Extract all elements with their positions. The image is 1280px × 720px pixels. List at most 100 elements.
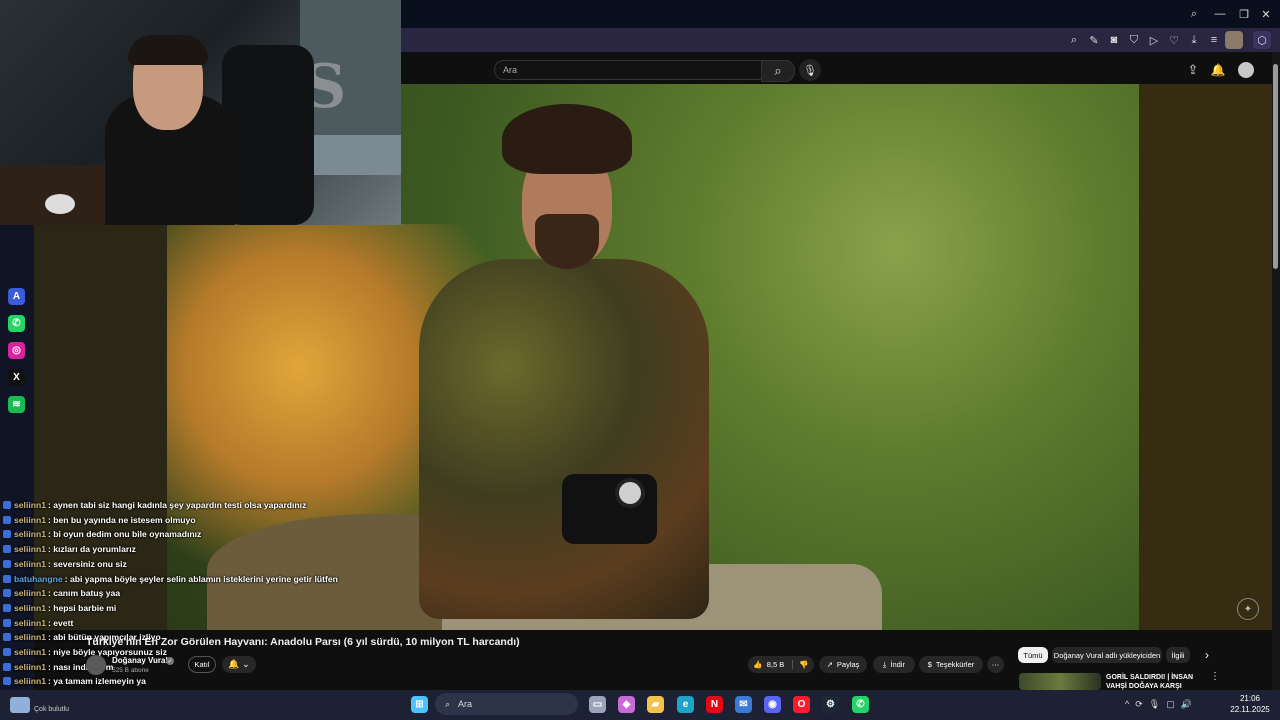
tray-icon[interactable]: 🔊 (1181, 699, 1192, 710)
webcam-overlay: S (0, 0, 401, 225)
chat-text: : bi oyun dedim onu bile oynamadınız (48, 529, 202, 540)
chat-username[interactable]: seliinn1 (14, 676, 46, 686)
recommended-title[interactable]: GORİL SALDIRDI! | İNSAN VAHŞİ DOĞAYA KAR… (1106, 673, 1206, 691)
join-button[interactable]: Katıl (188, 656, 216, 673)
search-button[interactable]: ⌕ (761, 60, 795, 82)
steam-icon[interactable]: ⚙ (822, 696, 839, 713)
tray-icon[interactable]: ^ (1125, 699, 1129, 709)
channel-watermark-icon[interactable]: ✦ (1237, 598, 1259, 620)
file-explorer-icon[interactable]: ▰ (647, 696, 664, 713)
account-avatar[interactable] (1238, 62, 1254, 78)
chat-message: seliinn1: canım batuş yaa (3, 586, 120, 600)
search-icon[interactable]: ⌕ (1186, 6, 1202, 22)
taskbar-apps: ⊞ ▭ ◆ ▰ e N ✉ ◉ O ⚙ ✆ (0, 690, 1280, 720)
share-label: Paylaş (836, 660, 860, 669)
tray-icon[interactable]: ▢ (1166, 699, 1175, 710)
download-button[interactable]: ⤓ İndir (873, 656, 915, 673)
tray-icon[interactable]: 🎙 (1149, 699, 1160, 710)
recommended-more-icon[interactable]: ⋮ (1210, 671, 1220, 685)
chips-next-icon[interactable]: › (1200, 647, 1214, 663)
menu-icon[interactable]: ≡ (1206, 32, 1222, 48)
netflix-icon[interactable]: N (706, 696, 723, 713)
mic-icon: 🎙 (803, 64, 817, 77)
edit-icon[interactable]: ✎ (1086, 32, 1102, 48)
video-person-jacket (419, 259, 709, 619)
thumbs-down-icon[interactable]: 👎 (792, 660, 809, 669)
task-view-icon[interactable]: ▭ (589, 696, 606, 713)
notification-bell-button[interactable]: 🔔 ⌄ (222, 656, 256, 673)
thanks-label: Teşekkürler (935, 660, 975, 669)
spotify-icon[interactable]: ≋ (8, 396, 25, 413)
scrollbar-thumb[interactable] (1273, 64, 1278, 269)
instagram-icon[interactable]: ◎ (8, 342, 25, 359)
x-icon[interactable]: X (8, 369, 25, 386)
video-right-padding (1139, 84, 1272, 630)
chip-from-uploader[interactable]: Doğanay Vural adlı yükleyiciden (1052, 647, 1162, 663)
search-input[interactable]: Ara (494, 60, 762, 80)
chat-username[interactable]: seliinn1 (14, 559, 46, 569)
clock-time[interactable]: 21:06 (1226, 694, 1274, 703)
video-person-hair (502, 104, 632, 174)
windows-start-icon[interactable]: ⊞ (411, 696, 428, 713)
app-icon[interactable]: A (8, 288, 25, 305)
avatar-icon[interactable] (1225, 31, 1243, 49)
chat-text: : aynen tabi siz hangi kadınla şey yapar… (48, 500, 307, 510)
chip-all[interactable]: Tümü (1018, 647, 1048, 663)
chat-username[interactable]: seliinn1 (14, 500, 46, 510)
chat-badge-icon (3, 603, 11, 612)
chat-message: seliinn1: aynen tabi siz hangi kadınla ş… (3, 498, 306, 512)
chat-username[interactable]: seliinn1 (14, 662, 46, 672)
chat-username[interactable]: seliinn1 (14, 618, 46, 628)
shield-icon[interactable]: ⛉ (1126, 32, 1142, 48)
chat-text: : kızları da yorumlarız (48, 544, 136, 555)
tray-icon[interactable]: ⟳ (1135, 699, 1143, 710)
camera-icon[interactable]: ◙ (1106, 32, 1122, 48)
restore-icon[interactable]: ❐ (1236, 6, 1252, 22)
subscriber-count: 525 B abone (112, 667, 149, 674)
chat-username[interactable]: seliinn1 (14, 632, 46, 642)
clock-date[interactable]: 22.11.2025 (1226, 705, 1274, 714)
extensions-icon[interactable]: ⬡ (1253, 31, 1271, 49)
chip-related[interactable]: İlgili (1166, 647, 1190, 663)
recommended-thumbnail[interactable] (1019, 673, 1101, 690)
chat-username[interactable]: batuhangne (14, 574, 63, 584)
share-button[interactable]: ↗ Paylaş (819, 656, 867, 673)
discord-icon[interactable]: ◉ (764, 696, 781, 713)
chat-message: seliinn1: hepsi barbie mi (3, 601, 116, 615)
chat-username[interactable]: seliinn1 (14, 647, 46, 657)
heart-icon[interactable]: ♡ (1166, 32, 1182, 48)
whatsapp-taskbar-icon[interactable]: ✆ (852, 696, 869, 713)
more-actions-button[interactable]: ⋯ (987, 656, 1004, 673)
video-camera-lens (615, 478, 645, 508)
download-icon[interactable]: ⤓ (1186, 32, 1202, 48)
minimize-icon[interactable]: — (1212, 6, 1228, 22)
mic-button[interactable]: 🎙 (799, 59, 821, 81)
zoom-icon[interactable]: ⌕ (1066, 32, 1082, 48)
channel-name[interactable]: Doğanay Vural (112, 656, 168, 665)
close-icon[interactable]: ✕ (1258, 6, 1274, 22)
channel-avatar[interactable] (86, 655, 106, 675)
thanks-button[interactable]: $ Teşekkürler (919, 656, 983, 673)
chat-message: seliinn1: seversiniz onu siz (3, 557, 127, 571)
stream-chat: seliinn1: aynen tabi siz hangi kadınla ş… (0, 498, 420, 718)
upload-icon[interactable]: ⇪ (1185, 62, 1201, 78)
chat-username[interactable]: seliinn1 (14, 544, 46, 554)
opera-icon[interactable]: O (793, 696, 810, 713)
chat-text: : hepsi barbie mi (48, 602, 117, 613)
streamer-hair (128, 35, 208, 65)
mail-icon[interactable]: ✉ (735, 696, 752, 713)
bell-icon[interactable]: 🔔 (1210, 62, 1226, 78)
chat-username[interactable]: seliinn1 (14, 603, 46, 613)
chat-badge-icon (3, 618, 11, 627)
chat-badge-icon (3, 662, 11, 671)
chat-badge-icon (3, 545, 11, 554)
chat-username[interactable]: seliinn1 (14, 588, 46, 598)
browser-toolbar: ⌕ ✎ ◙ ⛉ ▷ ♡ ⤓ ≡ ⬡ (401, 28, 1280, 52)
whatsapp-icon[interactable]: ✆ (8, 315, 25, 332)
copilot-icon[interactable]: ◆ (618, 696, 635, 713)
edge-icon[interactable]: e (677, 696, 694, 713)
play-icon[interactable]: ▷ (1146, 32, 1162, 48)
chat-username[interactable]: seliinn1 (14, 529, 46, 539)
like-button[interactable]: 👍 8,5 B 👎 (748, 656, 814, 673)
chat-username[interactable]: seliinn1 (14, 515, 46, 525)
